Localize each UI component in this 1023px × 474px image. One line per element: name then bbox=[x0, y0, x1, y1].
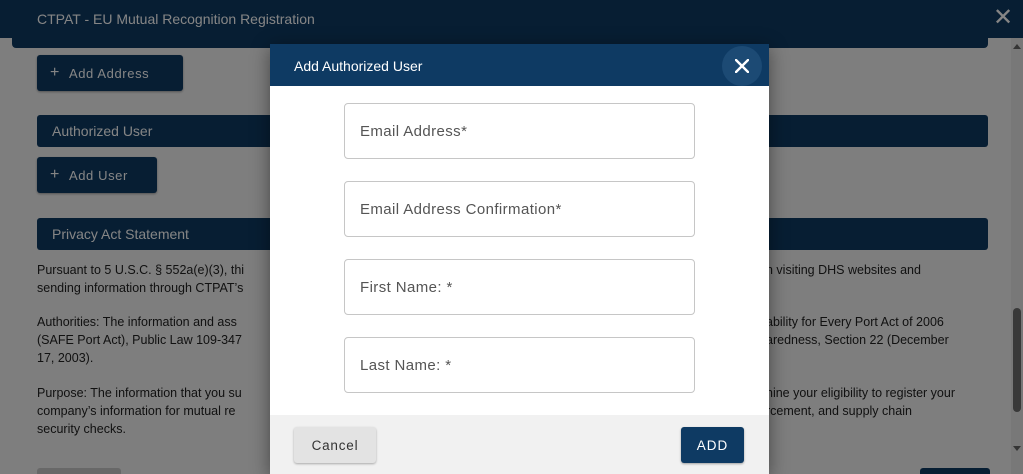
email-input[interactable] bbox=[345, 104, 694, 158]
email-confirmation-field[interactable] bbox=[344, 181, 695, 237]
cancel-button[interactable]: Cancel bbox=[294, 427, 376, 463]
add-authorized-user-dialog: Add Authorized User Cancel ADD bbox=[270, 44, 769, 474]
email-field[interactable] bbox=[344, 103, 695, 159]
email-confirmation-input[interactable] bbox=[345, 182, 694, 236]
dialog-close-button[interactable] bbox=[722, 46, 762, 86]
dialog-title: Add Authorized User bbox=[294, 58, 423, 74]
last-name-field[interactable] bbox=[344, 337, 695, 393]
add-button[interactable]: ADD bbox=[681, 427, 744, 463]
dialog-header: Add Authorized User bbox=[270, 44, 769, 86]
first-name-input[interactable] bbox=[345, 260, 694, 314]
close-icon bbox=[735, 59, 749, 73]
last-name-input[interactable] bbox=[345, 338, 694, 392]
dialog-footer: Cancel ADD bbox=[270, 415, 769, 474]
first-name-field[interactable] bbox=[344, 259, 695, 315]
